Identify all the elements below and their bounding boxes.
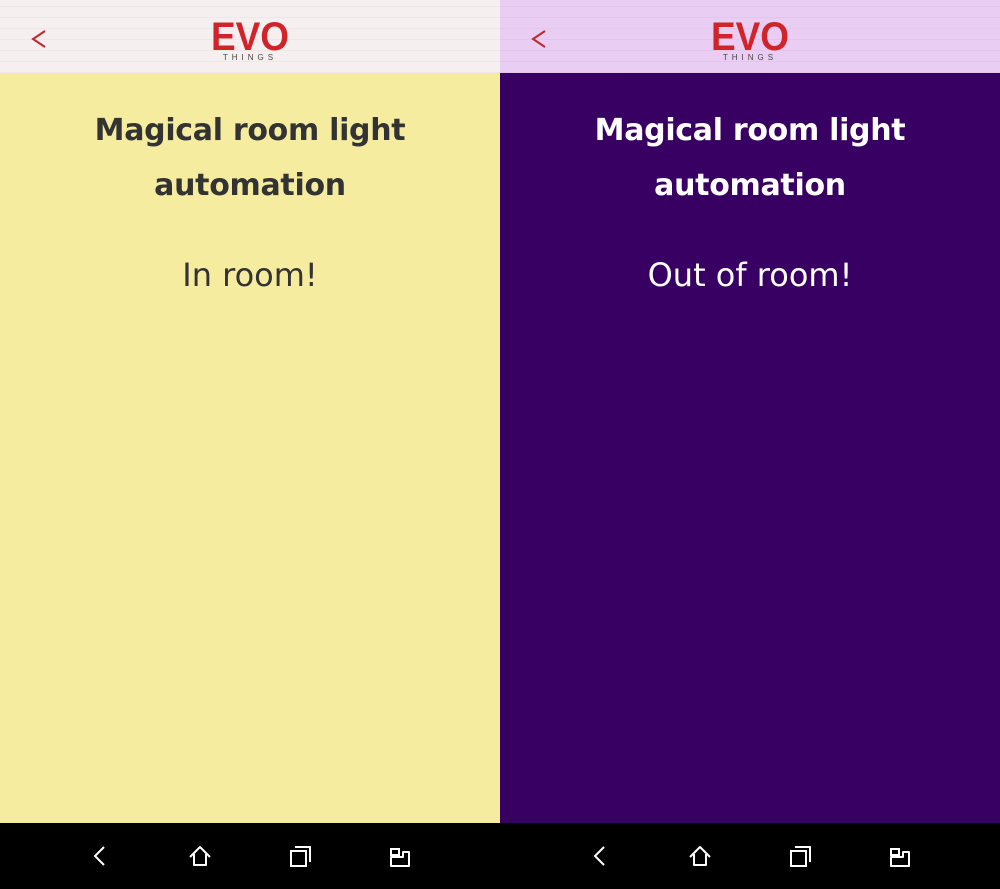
nav-multiwindow-button[interactable] bbox=[385, 841, 415, 871]
nav-back-button[interactable] bbox=[585, 841, 615, 871]
system-nav-bar bbox=[0, 823, 500, 889]
nav-home-button[interactable] bbox=[185, 841, 215, 871]
screen-in-room: EVO THINGS Magical room light automation… bbox=[0, 0, 500, 889]
page-title: Magical room light automation bbox=[594, 113, 906, 203]
chevron-left-icon bbox=[31, 30, 46, 48]
recent-apps-icon bbox=[290, 846, 311, 867]
svg-text:THINGS: THINGS bbox=[223, 53, 277, 62]
system-nav-bar bbox=[500, 823, 1000, 889]
back-arrow-icon bbox=[93, 846, 105, 866]
multiwindow-icon bbox=[390, 848, 410, 867]
back-button[interactable] bbox=[524, 20, 556, 56]
svg-text:THINGS: THINGS bbox=[723, 53, 777, 62]
multiwindow-icon bbox=[890, 848, 910, 867]
nav-multiwindow-button[interactable] bbox=[885, 841, 915, 871]
home-icon bbox=[189, 846, 211, 866]
page-title: Magical room light automation bbox=[94, 113, 406, 203]
main-content: Magical room light automation In room! bbox=[0, 73, 500, 823]
screen-out-of-room: EVO THINGS Magical room light automation… bbox=[500, 0, 1000, 889]
app-header: EVO THINGS bbox=[500, 0, 1000, 73]
nav-back-button[interactable] bbox=[85, 841, 115, 871]
evo-things-logo: EVO THINGS bbox=[711, 15, 789, 62]
home-icon bbox=[689, 846, 711, 866]
room-status-text: In room! bbox=[182, 256, 318, 294]
nav-recents-button[interactable] bbox=[785, 841, 815, 871]
nav-home-button[interactable] bbox=[685, 841, 715, 871]
recent-apps-icon bbox=[790, 846, 811, 867]
chevron-left-icon bbox=[531, 30, 546, 48]
evo-things-logo: EVO THINGS bbox=[211, 15, 289, 62]
screens-comparison: EVO THINGS Magical room light automation… bbox=[0, 0, 1000, 889]
app-header: EVO THINGS bbox=[0, 0, 500, 73]
main-content: Magical room light automation Out of roo… bbox=[500, 73, 1000, 823]
nav-recents-button[interactable] bbox=[285, 841, 315, 871]
back-arrow-icon bbox=[593, 846, 605, 866]
room-status-text: Out of room! bbox=[647, 256, 853, 294]
back-button[interactable] bbox=[24, 20, 56, 56]
